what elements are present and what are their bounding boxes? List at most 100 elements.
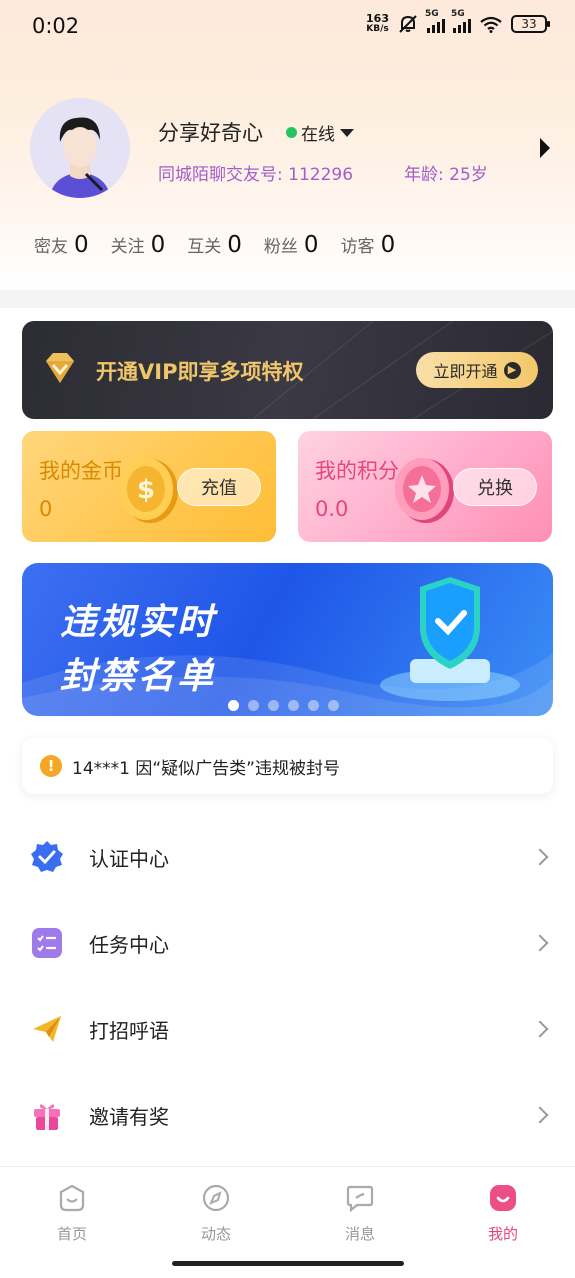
chevron-right-icon xyxy=(531,848,549,866)
coins-value: 0 xyxy=(39,497,53,521)
network-speed-unit: KB/s xyxy=(366,24,389,34)
stat-value: 0 xyxy=(303,232,319,258)
stat-close-friends[interactable]: 密友 0 xyxy=(34,232,89,258)
menu-label: 打招呼语 xyxy=(89,1018,169,1043)
home-indicator[interactable] xyxy=(172,1261,404,1266)
compass-icon xyxy=(202,1184,230,1212)
points-value: 0.0 xyxy=(315,497,349,521)
stat-mutual[interactable]: 互关 0 xyxy=(187,232,242,258)
svg-text:$: $ xyxy=(137,475,155,505)
menu-label: 任务中心 xyxy=(89,932,169,957)
nav-profile[interactable]: 我的 xyxy=(463,1183,543,1244)
carousel-dot[interactable] xyxy=(268,700,279,711)
stat-value: 0 xyxy=(74,232,89,258)
network-speed-value: 163 xyxy=(366,12,389,25)
stat-label: 粉丝 xyxy=(263,237,298,257)
stat-following[interactable]: 关注 0 xyxy=(111,232,166,258)
paper-plane-icon xyxy=(30,1012,64,1046)
nav-label: 消息 xyxy=(344,1225,375,1243)
coins-title: 我的金币 xyxy=(39,459,123,483)
points-title: 我的积分 xyxy=(315,459,399,483)
menu-item-greetings[interactable]: 打招呼语 xyxy=(0,986,575,1072)
avatar-illustration xyxy=(30,98,130,198)
stat-value: 0 xyxy=(227,232,242,258)
stat-fans[interactable]: 粉丝 0 xyxy=(264,232,319,258)
carousel-dot[interactable] xyxy=(328,700,339,711)
carousel-dot[interactable] xyxy=(308,700,319,711)
exchange-button[interactable]: 兑换 xyxy=(453,468,537,506)
status-icons: 163 KB/s 5G 5G 33 xyxy=(366,9,550,34)
verified-badge-icon xyxy=(30,840,64,874)
section-divider xyxy=(0,290,575,308)
chevron-right-icon xyxy=(531,1106,549,1124)
online-status-label: 在线 xyxy=(301,125,335,145)
menu-label: 认证中心 xyxy=(89,846,169,871)
task-list-icon xyxy=(30,926,64,960)
stat-visitors[interactable]: 访客 0 xyxy=(341,232,396,258)
profile-icon xyxy=(490,1185,516,1211)
home-icon xyxy=(59,1184,85,1212)
signal-1-icon: 5G xyxy=(425,9,445,33)
nav-label: 首页 xyxy=(56,1225,87,1243)
stat-label: 互关 xyxy=(187,237,222,257)
promo-title-line1: 违规实时 xyxy=(60,602,217,643)
coins-card[interactable]: 我的金币 0 $ 充值 xyxy=(22,431,276,542)
wifi-icon xyxy=(480,16,502,33)
stat-label: 密友 xyxy=(34,237,68,257)
points-card[interactable]: 我的积分 0.0 兑换 xyxy=(298,431,552,542)
battery-indicator: 33 xyxy=(511,15,550,33)
avatar[interactable] xyxy=(30,98,130,198)
gold-coin-icon: $ xyxy=(119,458,178,523)
online-status-selector[interactable]: 在线 xyxy=(286,120,354,145)
promo-title-line2: 封禁名单 xyxy=(60,656,217,697)
gift-icon xyxy=(30,1098,64,1132)
vip-open-button[interactable]: 立即开通 ▶ xyxy=(416,352,538,388)
signal-2-label: 5G xyxy=(451,9,465,19)
warning-icon: ! xyxy=(40,755,62,777)
carousel-indicator[interactable] xyxy=(228,700,339,711)
status-time: 0:02 xyxy=(32,14,80,38)
stat-label: 访客 xyxy=(340,237,375,257)
points-star-coin-icon xyxy=(395,458,454,523)
vip-open-label: 立即开通 xyxy=(433,364,498,381)
stats-row: 密友 0 关注 0 互关 0 粉丝 0 访客 0 xyxy=(34,232,417,258)
menu-item-verification[interactable]: 认证中心 xyxy=(0,814,575,900)
promo-banner[interactable]: 违规实时 封禁名单 xyxy=(22,563,553,716)
chevron-right-icon xyxy=(531,934,549,952)
network-speed: 163 KB/s xyxy=(366,12,389,34)
nav-label: 动态 xyxy=(200,1225,231,1243)
stat-label: 关注 xyxy=(110,237,145,257)
vip-text: 开通VIP即享多项特权 xyxy=(96,360,304,384)
ban-notice[interactable]: ! 14***1 因“疑似广告类”违规被封号 xyxy=(22,738,553,794)
menu-label: 邀请有奖 xyxy=(89,1104,169,1129)
chevron-right-icon xyxy=(531,1020,549,1038)
diamond-icon xyxy=(46,353,74,383)
message-icon xyxy=(346,1185,374,1213)
nav-label: 我的 xyxy=(487,1225,518,1243)
signal-1-label: 5G xyxy=(425,9,439,19)
caret-down-icon xyxy=(340,128,354,137)
nickname: 分享好奇心 xyxy=(158,121,263,145)
age: 年龄: 25岁 xyxy=(404,165,488,185)
account-id: 同城陌聊交友号: 112296 xyxy=(158,165,354,185)
menu-item-tasks[interactable]: 任务中心 xyxy=(0,900,575,986)
status-bar: 0:02 163 KB/s 5G 5G 33 xyxy=(0,0,575,56)
shield-icon xyxy=(380,577,520,701)
online-dot-icon xyxy=(286,127,297,138)
nav-moments[interactable]: 动态 xyxy=(176,1183,256,1244)
stat-value: 0 xyxy=(150,232,166,258)
nav-messages[interactable]: 消息 xyxy=(320,1183,400,1244)
profile-arrow-icon[interactable] xyxy=(540,138,550,158)
menu-item-invite[interactable]: 邀请有奖 xyxy=(0,1072,575,1158)
notice-text: 14***1 因“疑似广告类”违规被封号 xyxy=(72,758,340,779)
signal-2-icon: 5G xyxy=(451,9,471,33)
carousel-dot[interactable] xyxy=(228,700,239,711)
carousel-dot[interactable] xyxy=(248,700,259,711)
nav-home[interactable]: 首页 xyxy=(32,1183,112,1244)
vip-banner[interactable]: 开通VIP即享多项特权 立即开通 ▶ xyxy=(22,321,553,419)
arrow-right-circle-icon: ▶ xyxy=(503,361,521,379)
carousel-dot[interactable] xyxy=(288,700,299,711)
recharge-button[interactable]: 充值 xyxy=(177,468,261,506)
stat-value: 0 xyxy=(380,232,396,258)
mute-icon xyxy=(399,15,417,33)
